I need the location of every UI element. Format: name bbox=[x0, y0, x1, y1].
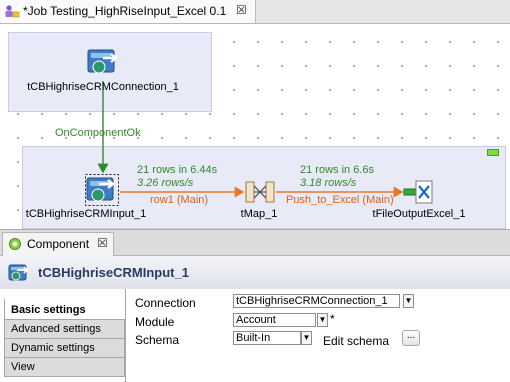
schema-select[interactable]: Built-In bbox=[233, 331, 301, 345]
job-icon bbox=[5, 5, 20, 18]
excel-output-icon[interactable] bbox=[402, 175, 436, 207]
chevron-down-icon[interactable]: ▼ bbox=[301, 331, 312, 345]
component-label-connection: tCBHighriseCRMConnection_1 bbox=[27, 81, 179, 93]
component-view-tab[interactable]: Component ☒ bbox=[2, 232, 114, 256]
component-label-tmap: tMap_1 bbox=[240, 208, 278, 220]
tmap-icon[interactable] bbox=[243, 176, 277, 208]
connection-select[interactable]: tCBHighriseCRMConnection_1 bbox=[233, 294, 400, 308]
job-editor-tab[interactable]: *Job Testing_HighRiseInput_Excel 0.1 ☒ bbox=[0, 0, 256, 23]
module-label: Module bbox=[135, 315, 175, 329]
component-label-input: tCBHighriseCRMInput_1 bbox=[25, 208, 147, 220]
highrise-input-icon[interactable] bbox=[85, 174, 119, 206]
tab-advanced-settings[interactable]: Advanced settings bbox=[4, 320, 125, 339]
component-label-output: tFileOutputExcel_1 bbox=[372, 208, 466, 220]
connection-label: Connection bbox=[135, 296, 196, 310]
flow-rate-row1: 3.26 rows/s bbox=[137, 177, 194, 189]
flow-label-push[interactable]: Push_to_Excel (Main) bbox=[286, 194, 394, 206]
chevron-down-icon[interactable]: ▼ bbox=[403, 294, 414, 308]
module-select[interactable]: Account bbox=[233, 313, 316, 327]
job-editor-tab-title: *Job Testing_HighRiseInput_Excel 0.1 bbox=[23, 4, 227, 18]
editor-tab-bar: *Job Testing_HighRiseInput_Excel 0.1 ☒ bbox=[0, 0, 510, 24]
chevron-down-icon[interactable]: ▼ bbox=[317, 313, 328, 327]
component-header: tCBHighriseCRMInput_1 bbox=[0, 256, 510, 290]
flow-label-row1[interactable]: row1 (Main) bbox=[150, 194, 208, 206]
basic-settings-panel: Connection tCBHighriseCRMConnection_1 ▼ … bbox=[125, 289, 510, 382]
required-mark: * bbox=[330, 312, 335, 326]
trigger-label[interactable]: OnComponentOk bbox=[55, 127, 141, 139]
schema-label: Schema bbox=[135, 333, 180, 347]
tab-view[interactable]: View bbox=[4, 358, 125, 377]
component-view-tab-title: Component bbox=[27, 237, 90, 251]
flow-rate-push: 3.18 rows/s bbox=[300, 177, 357, 189]
tab-basic-settings[interactable]: Basic settings bbox=[4, 299, 125, 320]
component-gear-icon bbox=[9, 238, 21, 250]
component-view-tab-bar: Component ☒ bbox=[0, 229, 510, 256]
tab-dynamic-settings[interactable]: Dynamic settings bbox=[4, 339, 125, 358]
design-canvas[interactable]: tCBHighriseCRMConnection_1 OnComponentOk… bbox=[0, 24, 510, 229]
flow-stats-row1: 21 rows in 6.44s bbox=[137, 164, 218, 176]
flow-stats-push: 21 rows in 6.6s bbox=[300, 164, 374, 176]
highrise-input-icon bbox=[8, 264, 29, 281]
component-title: tCBHighriseCRMInput_1 bbox=[38, 265, 189, 280]
highrise-connection-icon[interactable] bbox=[86, 46, 120, 78]
edit-schema-label: Edit schema bbox=[323, 334, 390, 348]
settings-vertical-tabs: Basic settings Advanced settings Dynamic… bbox=[0, 289, 125, 382]
close-icon[interactable]: ☒ bbox=[97, 236, 108, 250]
edit-schema-button[interactable]: ... bbox=[402, 330, 420, 346]
close-icon[interactable]: ☒ bbox=[236, 3, 247, 17]
